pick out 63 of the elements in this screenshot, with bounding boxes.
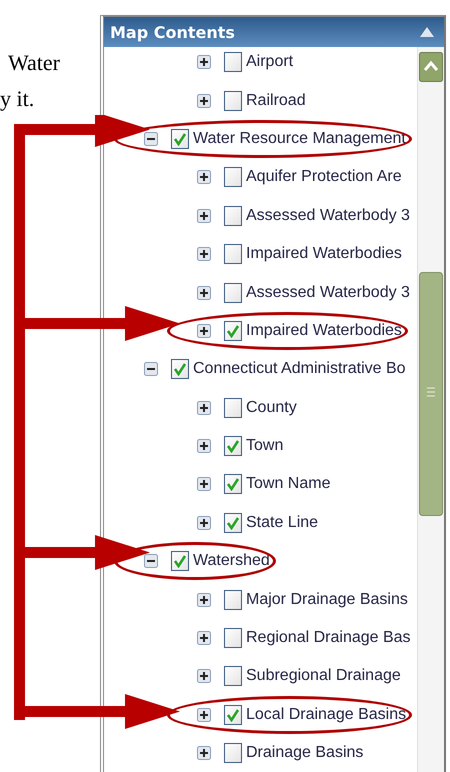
expand-toggle[interactable] xyxy=(197,746,211,760)
expand-toggle[interactable] xyxy=(197,439,211,454)
layer-label: State Line xyxy=(246,514,318,532)
expand-toggle[interactable] xyxy=(197,708,211,722)
checkbox[interactable] xyxy=(224,666,242,686)
layer-label: Water Resource Management xyxy=(193,130,406,148)
expand-toggle[interactable] xyxy=(197,286,211,300)
expand-toggle[interactable] xyxy=(197,208,211,223)
layer-label: Watershed xyxy=(193,552,270,570)
layer-label: Airport xyxy=(246,53,294,72)
layer-label: County xyxy=(246,398,297,417)
checkbox[interactable] xyxy=(224,52,242,72)
layer-label: Drainage Basins xyxy=(246,744,364,762)
checkbox[interactable] xyxy=(224,704,242,725)
expand-toggle[interactable] xyxy=(197,631,211,646)
layer-label: Aquifer Protection Are xyxy=(246,168,402,186)
layer-label: Connecticut Administrative Bo xyxy=(193,360,406,378)
document-text: Water xyxy=(8,49,60,77)
scroll-thumb[interactable] xyxy=(419,272,443,516)
expand-toggle[interactable] xyxy=(197,94,211,108)
expand-toggle[interactable] xyxy=(197,170,211,184)
layer-label: Major Drainage Basins xyxy=(246,590,408,609)
layer-label: Assessed Waterbody 3 xyxy=(246,206,410,225)
expand-toggle[interactable] xyxy=(197,592,211,607)
collapse-toggle[interactable] xyxy=(144,132,158,146)
checkbox[interactable] xyxy=(224,244,242,264)
scroll-up-icon[interactable] xyxy=(419,52,443,82)
expand-toggle[interactable] xyxy=(197,55,211,70)
checkbox[interactable] xyxy=(171,359,189,380)
checkbox[interactable] xyxy=(224,398,242,418)
checkbox[interactable] xyxy=(224,206,242,226)
checkbox[interactable] xyxy=(224,167,242,188)
expand-toggle[interactable] xyxy=(197,477,211,492)
collapse-icon[interactable] xyxy=(420,27,434,37)
layer-label: Regional Drainage Bas xyxy=(246,629,411,648)
expand-toggle[interactable] xyxy=(197,400,211,415)
panel-title: Map Contents xyxy=(110,22,235,42)
layer-label: Impaired Waterbodies xyxy=(246,322,402,340)
checkbox[interactable] xyxy=(224,320,242,341)
collapse-toggle[interactable] xyxy=(144,362,158,376)
layer-label: Town Name xyxy=(246,475,330,494)
layer-label: Assessed Waterbody 3 xyxy=(246,284,410,302)
checkbox[interactable] xyxy=(171,551,189,572)
checkbox[interactable] xyxy=(224,436,242,456)
expand-toggle[interactable] xyxy=(197,516,211,530)
document-text: y it. xyxy=(0,85,34,113)
checkbox[interactable] xyxy=(224,590,242,610)
layer-label: Subregional Drainage xyxy=(246,667,401,686)
checkbox[interactable] xyxy=(224,282,242,303)
layer-label: Impaired Waterbodies xyxy=(246,245,402,264)
expand-toggle[interactable] xyxy=(197,247,211,262)
layer-label: Railroad xyxy=(246,92,306,110)
expand-toggle[interactable] xyxy=(197,324,211,338)
checkbox[interactable] xyxy=(224,743,242,764)
expand-toggle[interactable] xyxy=(197,669,211,684)
checkbox[interactable] xyxy=(224,474,242,494)
collapse-toggle[interactable] xyxy=(144,554,158,568)
checkbox[interactable] xyxy=(171,128,189,149)
layer-label: Town xyxy=(246,437,284,456)
layer-label: Local Drainage Basins xyxy=(246,706,406,724)
checkbox[interactable] xyxy=(224,628,242,648)
checkbox[interactable] xyxy=(224,512,242,533)
checkbox[interactable] xyxy=(224,90,242,111)
